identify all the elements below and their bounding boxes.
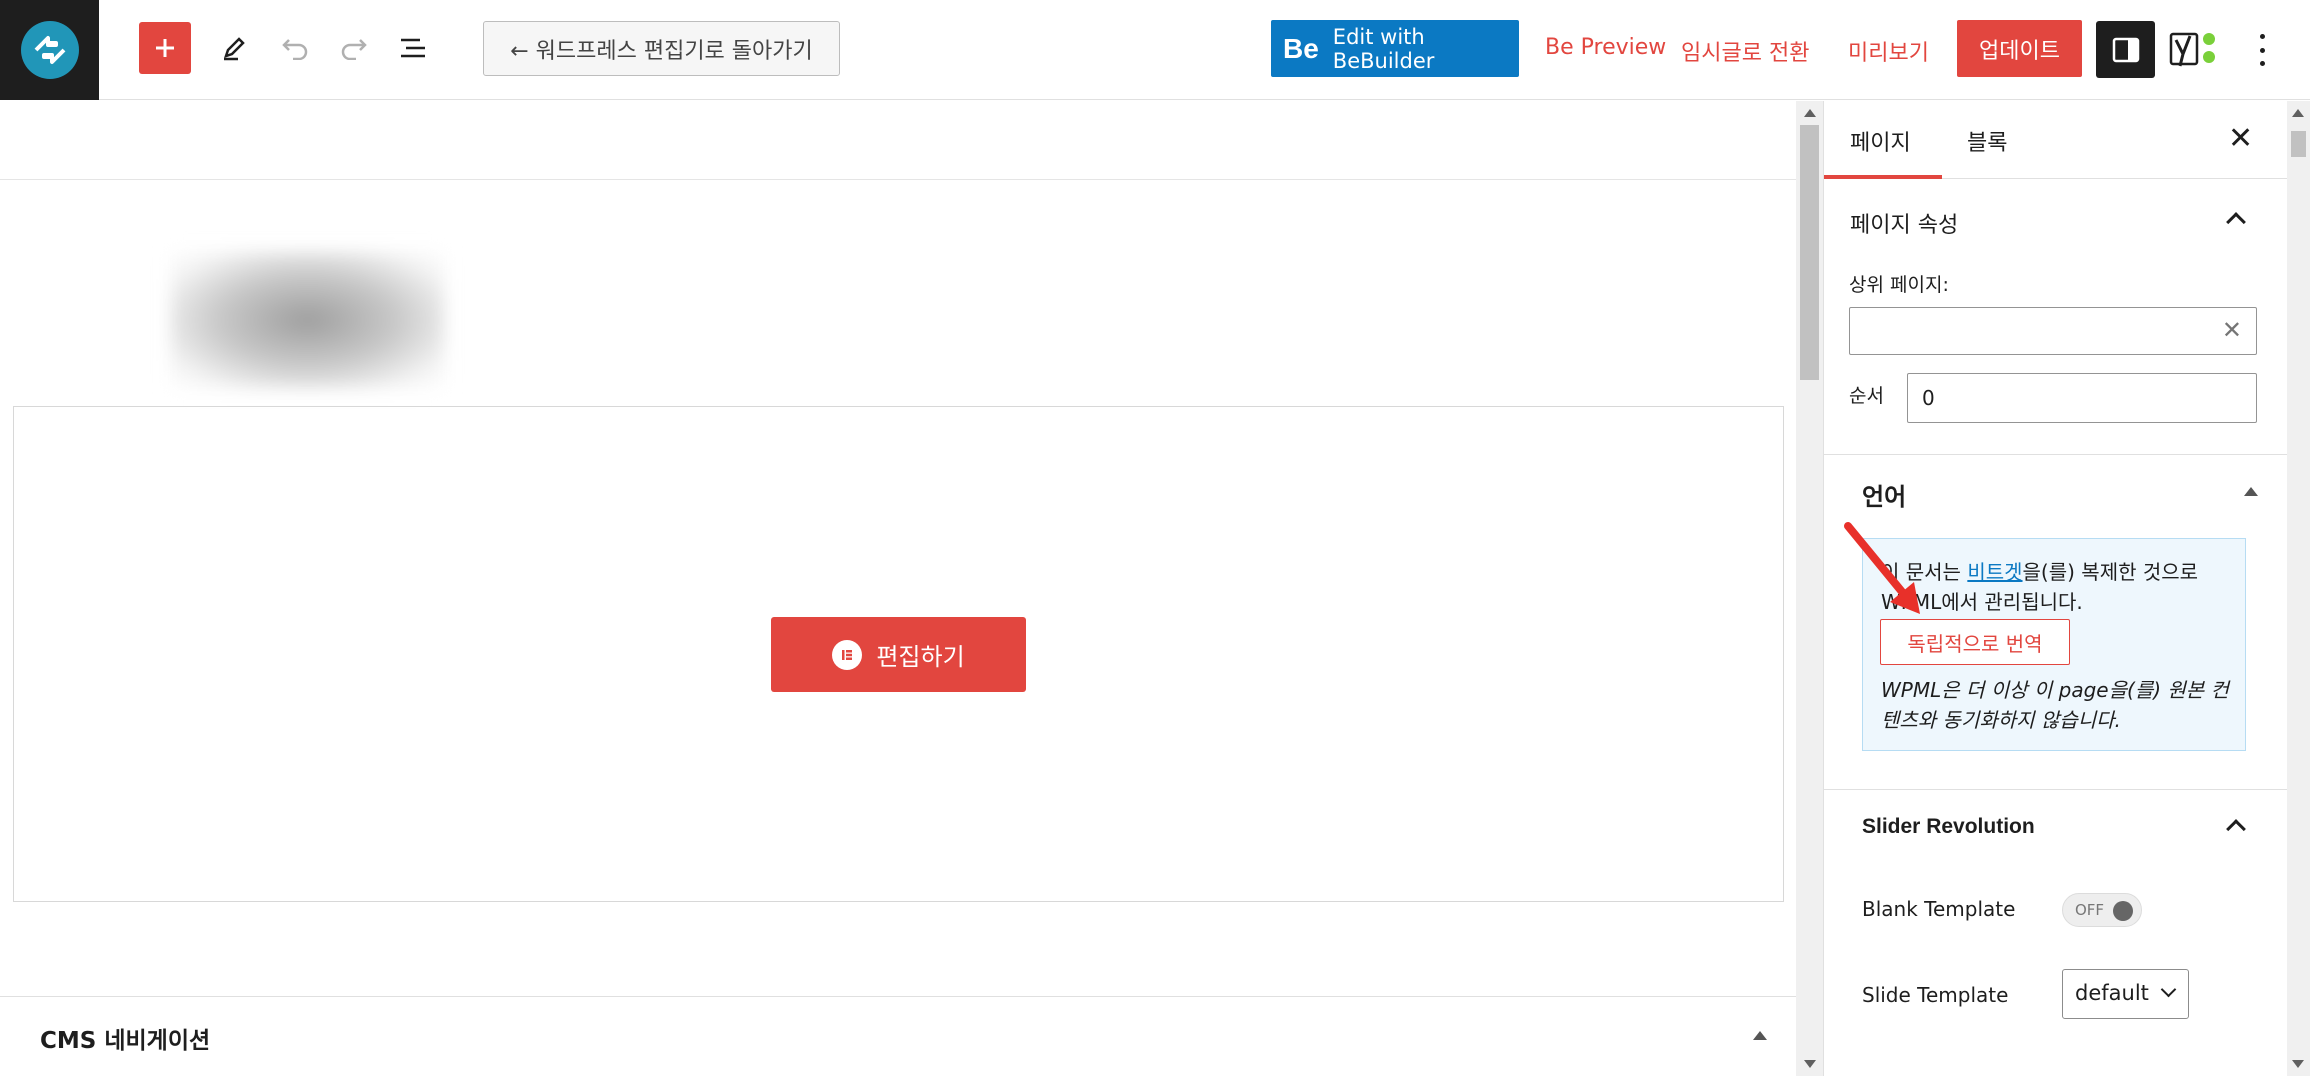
edit-button-label: 편집하기 <box>876 643 965 671</box>
page-attributes-title: 페이지 속성 <box>1850 213 1959 238</box>
canvas-scrollbar[interactable] <box>1796 101 1823 1076</box>
active-tab-indicator <box>1824 175 1942 179</box>
section-divider <box>1824 454 2288 455</box>
cms-navigation-panel[interactable]: CMS 네비게이션 <box>0 996 1796 1076</box>
back-to-wordpress-editor-button[interactable]: ← 워드프레스 편집기로 돌아가기 <box>483 21 840 76</box>
undo-icon <box>282 39 308 60</box>
parent-page-label: 상위 페이지: <box>1849 274 1949 296</box>
site-logo-icon <box>20 21 79 79</box>
dot-icon <box>2259 61 2265 66</box>
scroll-up-arrow-icon[interactable] <box>1804 109 1816 117</box>
toggle-knob <box>2113 901 2133 921</box>
blank-template-toggle[interactable]: OFF <box>2062 893 2142 927</box>
slide-template-value: default <box>2075 981 2149 1005</box>
options-menu-button[interactable] <box>2252 30 2272 70</box>
parent-page-combobox[interactable]: ✕ <box>1849 307 2257 355</box>
edit-with-elementor-button[interactable]: 편집하기 <box>771 617 1026 692</box>
sidebar-scrollbar[interactable] <box>2287 101 2310 1076</box>
bebuilder-icon: Be <box>1283 32 1319 64</box>
tools-button[interactable] <box>208 22 260 74</box>
scrollbar-thumb[interactable] <box>1800 125 1819 380</box>
blank-template-label: Blank Template <box>1862 897 2016 921</box>
page-attributes-header[interactable]: 페이지 속성 <box>1824 207 2288 239</box>
section-divider <box>1824 789 2288 790</box>
chevron-down-icon <box>2160 981 2177 998</box>
preview-button[interactable]: 미리보기 <box>1848 35 1929 67</box>
yoast-icon <box>2169 32 2215 67</box>
switch-to-draft-button[interactable]: 임시글로 전환 <box>1681 35 1809 67</box>
collapse-triangle-icon[interactable] <box>1753 1031 1767 1040</box>
edit-with-bebuilder-button[interactable]: Be Edit with BeBuilder <box>1271 20 1519 77</box>
yoast-seo-button[interactable] <box>2168 26 2220 72</box>
language-header[interactable]: 언어 <box>1824 477 2288 512</box>
list-view-icon <box>401 38 425 58</box>
slider-revolution-title: Slider Revolution <box>1862 815 2035 838</box>
clear-icon[interactable]: ✕ <box>2222 316 2242 344</box>
be-preview-link[interactable]: Be Preview <box>1545 35 1666 60</box>
sidebar-tabs: 페이지 블록 ✕ <box>1824 101 2288 179</box>
dot-icon <box>2259 47 2265 53</box>
toggle-state-text: OFF <box>2075 901 2105 919</box>
canvas-divider <box>0 179 1796 180</box>
scrollbar-thumb[interactable] <box>2291 131 2306 157</box>
order-input[interactable]: 0 <box>1907 373 2257 423</box>
elementor-icon <box>832 639 863 670</box>
original-post-link[interactable]: 비트겟 <box>1967 560 2022 584</box>
tab-block[interactable]: 블록 <box>1967 125 2007 157</box>
close-sidebar-icon[interactable]: ✕ <box>2228 121 2253 156</box>
scroll-down-arrow-icon[interactable] <box>2292 1060 2304 1068</box>
language-title: 언어 <box>1862 483 1907 511</box>
update-button[interactable]: 업데이트 <box>1957 20 2082 77</box>
sidebar-panel-icon <box>2112 37 2139 62</box>
wpml-sync-note: WPML은 더 이상 이 page을(를) 원본 컨텐츠와 동기화하지 않습니다… <box>1881 678 2229 732</box>
pencil-icon <box>224 37 245 61</box>
site-logo-button[interactable] <box>0 0 99 100</box>
editor-canvas: 편집하기 CMS 네비게이션 <box>0 101 1796 1076</box>
slide-template-label: Slide Template <box>1862 983 2009 1007</box>
undo-button[interactable] <box>270 22 322 74</box>
editor-top-bar: ← 워드프레스 편집기로 돌아가기 Be Edit with BeBuilder… <box>0 0 2310 100</box>
order-label: 순서 <box>1849 385 1884 407</box>
scroll-up-arrow-icon[interactable] <box>2292 109 2304 117</box>
bebuilder-label: Edit with BeBuilder <box>1332 24 1435 73</box>
collapse-triangle-icon[interactable] <box>2244 487 2258 496</box>
cms-navigation-title: CMS 네비게이션 <box>40 1028 211 1054</box>
dot-icon <box>2259 34 2265 39</box>
redo-icon <box>341 39 367 60</box>
redo-button[interactable] <box>327 22 379 74</box>
plus-icon <box>156 39 174 57</box>
scroll-down-arrow-icon[interactable] <box>1804 1060 1816 1068</box>
document-overview-button[interactable] <box>387 22 439 74</box>
annotation-arrow-icon <box>1844 522 1920 614</box>
blurred-title-image <box>170 251 445 389</box>
add-block-button[interactable] <box>139 22 191 74</box>
slide-template-select[interactable]: default <box>2062 969 2189 1019</box>
slider-revolution-header[interactable]: Slider Revolution <box>1824 815 2288 839</box>
tab-page[interactable]: 페이지 <box>1850 125 1911 157</box>
settings-toggle-button[interactable] <box>2096 21 2155 78</box>
